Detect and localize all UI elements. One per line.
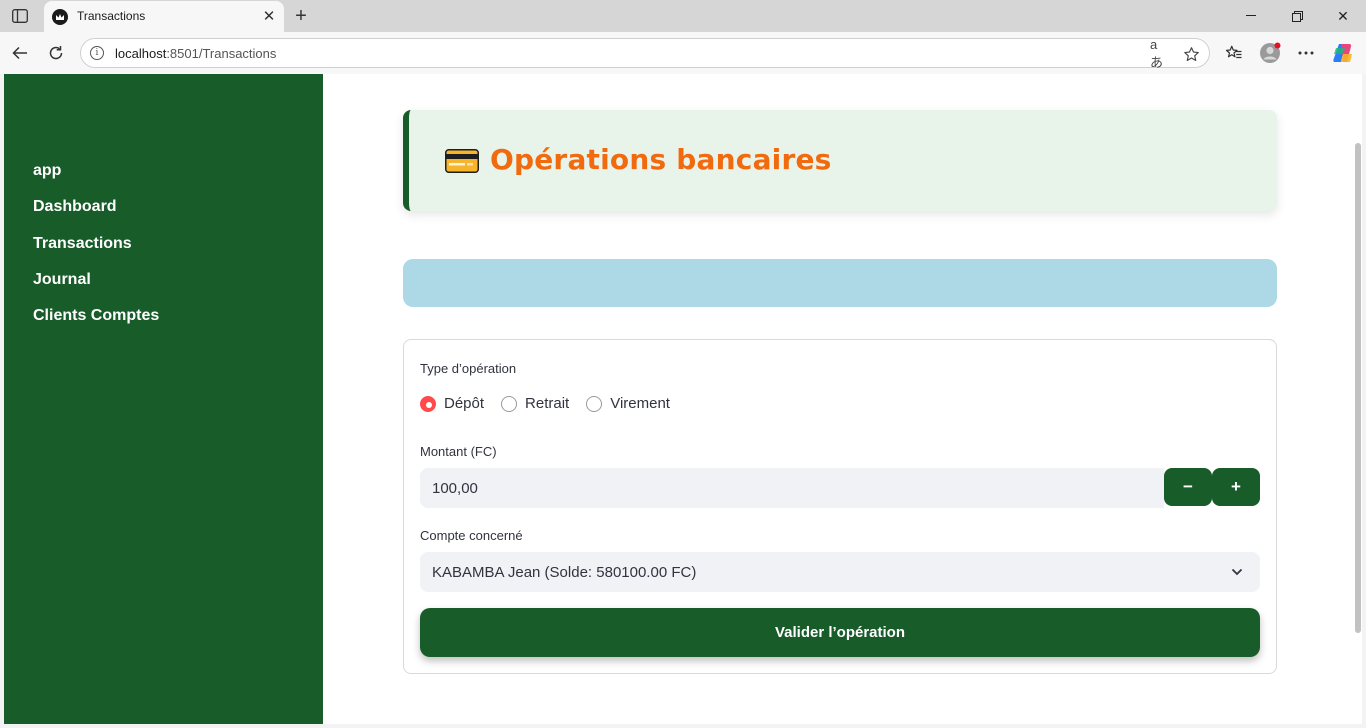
operation-type-radio-group: Dépôt Retrait Virement	[420, 395, 687, 412]
sidebar-nav: app Dashboard Transactions Journal Clien…	[33, 160, 159, 341]
account-label: Compte concerné	[420, 528, 523, 543]
info-banner	[403, 259, 1277, 307]
more-menu-icon[interactable]	[1294, 41, 1318, 65]
new-tab-icon[interactable]: +	[290, 5, 312, 27]
credit-card-icon	[445, 149, 479, 173]
chevron-down-icon	[1231, 568, 1243, 576]
close-window-icon[interactable]: ✕	[1320, 0, 1366, 32]
page-header-card: Opérations bancaires	[403, 110, 1277, 211]
radio-virement-label: Virement	[610, 395, 670, 412]
account-select[interactable]: KABAMBA Jean (Solde: 580100.00 FC)	[420, 552, 1260, 592]
submit-operation-button[interactable]: Valider l’opération	[420, 608, 1260, 657]
operation-type-label: Type d’opération	[420, 361, 517, 376]
tab-close-icon[interactable]: ✕	[260, 7, 278, 25]
sidebar-item-clients-comptes[interactable]: Clients Comptes	[33, 305, 159, 341]
radio-retrait-circle[interactable]	[501, 395, 518, 412]
sidebar-toggle-icon[interactable]	[8, 5, 32, 27]
restore-icon[interactable]	[1274, 0, 1320, 32]
favorite-star-icon[interactable]	[1181, 44, 1201, 64]
sidebar-item-app[interactable]: app	[33, 160, 159, 196]
browser-toolbar: i localhost:8501/Transactions aあ	[0, 32, 1366, 74]
url-text: localhost:8501/Transactions	[115, 46, 277, 61]
profile-avatar-icon[interactable]	[1258, 41, 1282, 65]
radio-virement-circle[interactable]	[586, 395, 603, 412]
address-bar[interactable]: i localhost:8501/Transactions aあ	[80, 37, 1210, 70]
copilot-icon[interactable]	[1331, 41, 1355, 65]
browser-tabstrip: Transactions ✕ + ✕	[0, 0, 1366, 32]
sidebar-item-dashboard[interactable]: Dashboard	[33, 196, 159, 232]
app-viewport: app Dashboard Transactions Journal Clien…	[4, 74, 1362, 724]
sidebar-item-journal[interactable]: Journal	[33, 269, 159, 305]
reload-icon[interactable]	[44, 41, 68, 65]
radio-depot-circle[interactable]	[420, 395, 436, 412]
sidebar-item-transactions[interactable]: Transactions	[33, 233, 159, 269]
decrement-button[interactable]: −	[1164, 468, 1212, 506]
favorites-list-icon[interactable]	[1222, 41, 1246, 65]
tab-title: Transactions	[77, 9, 146, 23]
browser-tab-active[interactable]: Transactions ✕	[44, 1, 284, 32]
radio-depot[interactable]: Dépôt	[420, 395, 484, 412]
increment-button[interactable]: +	[1212, 468, 1260, 506]
radio-retrait-label: Retrait	[525, 395, 570, 412]
page-scrollbar[interactable]	[1354, 74, 1362, 724]
transaction-form: Type d’opération Dépôt Retrait Virement …	[403, 339, 1277, 674]
radio-depot-label: Dépôt	[444, 395, 485, 412]
sidebar: app Dashboard Transactions Journal Clien…	[4, 74, 323, 724]
amount-label: Montant (FC)	[420, 444, 497, 459]
page-title: Opérations bancaires	[490, 143, 832, 176]
radio-retrait[interactable]: Retrait	[501, 395, 569, 412]
back-arrow-icon[interactable]	[8, 41, 32, 65]
minimize-icon[interactable]	[1228, 0, 1274, 32]
scrollbar-thumb[interactable]	[1355, 143, 1361, 633]
amount-input[interactable]	[420, 468, 1164, 508]
streamlit-crown-icon	[52, 9, 68, 25]
account-select-value: KABAMBA Jean (Solde: 580100.00 FC)	[432, 564, 697, 581]
translate-icon[interactable]: aあ	[1150, 37, 1170, 70]
radio-virement[interactable]: Virement	[586, 395, 670, 412]
site-info-icon[interactable]: i	[90, 46, 104, 60]
